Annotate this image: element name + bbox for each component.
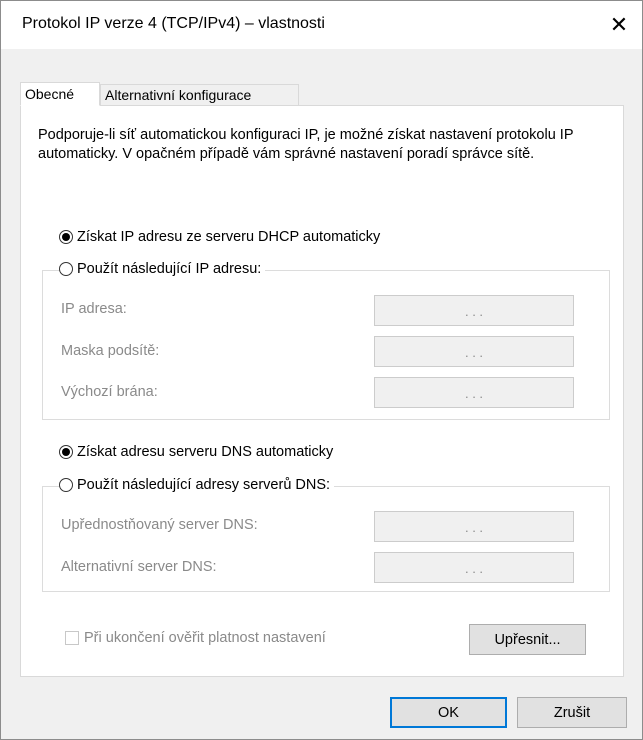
default-gateway-input[interactable]: . . . [374, 377, 574, 408]
tab-alternative-config-label: Alternativní konfigurace [105, 87, 252, 103]
radio-dns-manual[interactable]: Použít následující adresy serverů DNS: [59, 477, 335, 493]
radio-ip-auto-indicator [59, 230, 73, 244]
alternate-dns-input[interactable]: . . . [374, 552, 574, 583]
tab-general-label: Obecné [25, 86, 75, 102]
tab-general[interactable]: Obecné [20, 82, 100, 106]
radio-ip-manual[interactable]: Použít následující IP adresu: [59, 261, 266, 277]
radio-ip-manual-label: Použít následující IP adresu: [77, 261, 262, 277]
title-bar: Protokol IP verze 4 (TCP/IPv4) – vlastno… [1, 1, 642, 49]
validate-on-exit-label: Při ukončení ověřit platnost nastavení [84, 630, 326, 646]
cancel-button[interactable]: Zrušit [517, 697, 627, 728]
close-icon[interactable]: ✕ [596, 1, 642, 49]
subnet-mask-label: Maska podsítě: [61, 343, 160, 359]
ip-address-input[interactable]: . . . [374, 295, 574, 326]
subnet-mask-value: . . . [464, 345, 484, 360]
window-title: Protokol IP verze 4 (TCP/IPv4) – vlastno… [22, 15, 325, 32]
ok-button[interactable]: OK [390, 697, 507, 728]
general-tab-panel: Podporuje-li síť automatickou konfigurac… [20, 105, 624, 677]
preferred-dns-value: . . . [464, 520, 484, 535]
alternate-dns-value: . . . [464, 561, 484, 576]
radio-ip-auto[interactable]: Získat IP adresu ze serveru DHCP automat… [59, 229, 381, 245]
radio-ip-auto-label: Získat IP adresu ze serveru DHCP automat… [77, 229, 381, 245]
radio-dns-auto-label: Získat adresu serveru DNS automaticky [77, 444, 334, 460]
preferred-dns-label: Upřednostňovaný server DNS: [61, 517, 258, 533]
description-text: Podporuje-li síť automatickou konfigurac… [38, 127, 574, 162]
validate-on-exit-box [65, 631, 79, 645]
dialog-window: Protokol IP verze 4 (TCP/IPv4) – vlastno… [0, 0, 643, 740]
radio-dns-auto[interactable]: Získat adresu serveru DNS automaticky [59, 444, 334, 460]
default-gateway-label: Výchozí brána: [61, 384, 158, 400]
radio-ip-manual-indicator [59, 262, 73, 276]
preferred-dns-input[interactable]: . . . [374, 511, 574, 542]
validate-on-exit-checkbox[interactable]: Při ukončení ověřit platnost nastavení [65, 630, 326, 646]
radio-dns-manual-indicator [59, 478, 73, 492]
tab-alternative-config[interactable]: Alternativní konfigurace [100, 84, 299, 106]
alternate-dns-label: Alternativní server DNS: [61, 559, 217, 575]
subnet-mask-input[interactable]: . . . [374, 336, 574, 367]
advanced-button[interactable]: Upřesnit... [469, 624, 586, 655]
default-gateway-value: . . . [464, 386, 484, 401]
radio-dns-manual-label: Použít následující adresy serverů DNS: [77, 477, 331, 493]
ip-address-label: IP adresa: [61, 301, 127, 317]
ip-address-value: . . . [464, 304, 484, 319]
radio-dns-auto-indicator [59, 445, 73, 459]
